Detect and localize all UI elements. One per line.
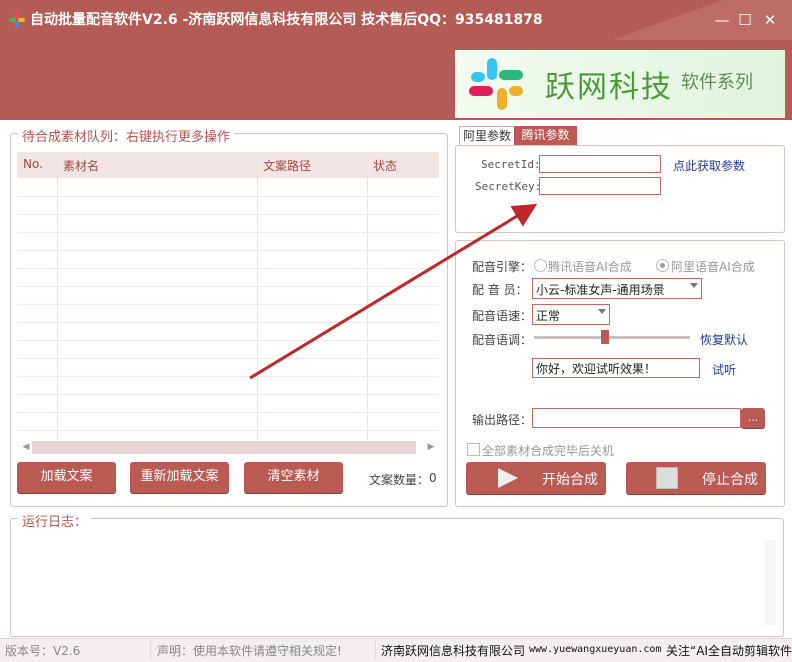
row-divider (17, 214, 439, 215)
browse-button[interactable]: ... (741, 408, 765, 428)
voice-label: 配 音 员： (472, 283, 528, 297)
output-path-label: 输出路径： (472, 413, 533, 427)
speed-select-value: 正常 (536, 309, 561, 323)
reload-script-button[interactable]: 重新加载文案 (130, 462, 229, 493)
chevron-down-icon (690, 283, 698, 288)
row-divider (17, 358, 439, 359)
speed-select[interactable]: 正常 (532, 304, 610, 325)
app-icon (8, 11, 26, 29)
scroll-right-arrow-icon[interactable]: ▶ (425, 441, 437, 453)
clear-materials-label: 清空素材 (267, 469, 320, 484)
company-text: 济南跃网信息科技有限公司 (381, 644, 526, 658)
brand-logo-icon (465, 56, 529, 115)
row-divider (17, 250, 439, 251)
preview-link[interactable]: 试听 (712, 361, 736, 378)
row-divider (17, 268, 439, 269)
engine-label: 配音引擎： (472, 260, 533, 274)
script-count-value: 0 (429, 471, 437, 485)
secret-id-field[interactable] (539, 155, 661, 173)
shutdown-checkbox[interactable] (467, 443, 480, 456)
load-script-label: 加载文案 (40, 469, 93, 484)
window-title: 自动批量配音软件V2.6 -济南跃网信息科技有限公司 技术售后QQ：935481… (30, 12, 543, 28)
row-divider (17, 322, 439, 323)
follow-text: 关注“AI全自动剪辑软件 (666, 644, 792, 658)
stop-synthesis-button[interactable]: 停止合成 (626, 462, 766, 494)
column-header-path[interactable]: 文案路径 (263, 157, 311, 174)
chevron-down-icon (598, 309, 606, 314)
banner-brand-text: 跃网科技 (545, 70, 673, 105)
start-synthesis-label: 开始合成 (542, 472, 598, 488)
horizontal-scrollbar[interactable] (32, 441, 416, 454)
brand-banner: 跃网科技 软件系列 (455, 50, 785, 118)
version-text: 版本号：V2.6 (5, 644, 81, 658)
engine-ali-radio[interactable] (656, 259, 669, 272)
get-params-link[interactable]: 点此获取参数 (673, 157, 745, 174)
notice-text: 声明：使用本软件请遵守相关规定! (157, 644, 342, 658)
row-divider (17, 196, 439, 197)
preview-text-field[interactable] (532, 358, 700, 378)
voice-select[interactable]: 小云-标准女声-通用场景 (532, 278, 702, 299)
play-icon (498, 468, 518, 488)
row-divider (17, 340, 439, 341)
restore-default-link[interactable]: 恢复默认 (700, 331, 748, 348)
column-header-name[interactable]: 素材名 (63, 157, 99, 174)
log-scrollbar[interactable] (764, 540, 776, 625)
maximize-button[interactable]: ☐ (735, 10, 755, 30)
engine-tencent-label[interactable]: 腾讯语音AI合成 (548, 258, 632, 275)
output-path-field[interactable] (532, 408, 741, 428)
row-divider (17, 412, 439, 413)
status-divider (150, 640, 151, 659)
log-title: 运行日志： (18, 511, 92, 530)
shutdown-label[interactable]: 全部素材合成完毕后关机 (482, 442, 614, 459)
start-synthesis-button[interactable]: 开始合成 (466, 462, 606, 494)
row-divider (17, 376, 439, 377)
domain-text: www.yuewangxueyuan.com (529, 644, 662, 655)
tone-slider-thumb[interactable] (600, 330, 609, 344)
tab-ali-params[interactable]: 阿里参数 (459, 126, 515, 146)
scroll-left-arrow-icon[interactable]: ◀ (20, 441, 32, 453)
engine-tencent-radio[interactable] (534, 259, 547, 272)
stop-synthesis-label: 停止合成 (702, 472, 758, 488)
close-button[interactable]: ✕ (760, 10, 780, 30)
status-divider (375, 640, 376, 659)
row-divider (17, 430, 439, 431)
secret-key-label: SecretKey: (475, 180, 542, 193)
voice-select-value: 小云-标准女声-通用场景 (536, 283, 665, 297)
row-divider (17, 286, 439, 287)
secret-id-label: SecretId: (481, 158, 541, 171)
clear-materials-button[interactable]: 清空素材 (244, 462, 343, 493)
column-header-no[interactable]: No. (23, 157, 43, 171)
tone-label: 配音语调： (472, 333, 533, 347)
row-divider (17, 394, 439, 395)
stop-icon (656, 467, 678, 489)
banner-series-text: 软件系列 (681, 72, 753, 93)
engine-ali-label[interactable]: 阿里语音AI合成 (671, 258, 755, 275)
minimize-button[interactable]: — (712, 10, 732, 30)
speed-label: 配音语速： (472, 309, 533, 323)
script-count-label: 文案数量： (369, 473, 430, 487)
row-divider (17, 304, 439, 305)
column-header-status[interactable]: 状态 (373, 157, 397, 174)
log-panel[interactable] (10, 518, 784, 637)
reload-script-label: 重新加载文案 (140, 469, 219, 484)
row-divider (17, 232, 439, 233)
tab-tencent-params[interactable]: 腾讯参数 (514, 126, 577, 145)
queue-table[interactable]: No. 素材名 文案路径 状态 (17, 152, 439, 440)
tone-slider[interactable] (534, 330, 690, 344)
secret-key-field[interactable] (539, 177, 661, 195)
load-script-button[interactable]: 加载文案 (17, 462, 116, 493)
queue-group-title: 待合成素材队列：右键执行更多操作 (18, 126, 235, 145)
